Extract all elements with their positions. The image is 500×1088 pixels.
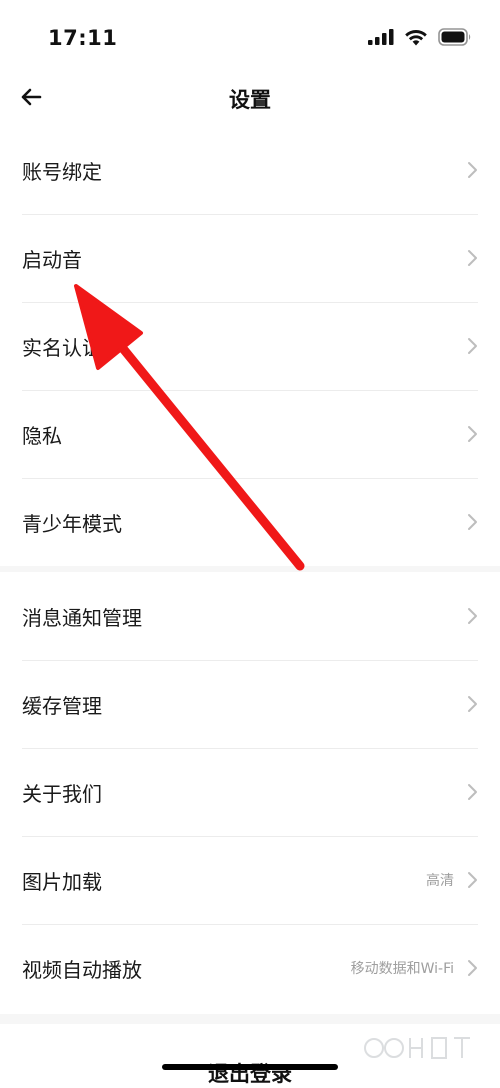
settings-item-label: 青少年模式 xyxy=(22,511,122,536)
settings-item-privacy[interactable]: 隐私 xyxy=(0,390,500,478)
chevron-right-icon xyxy=(468,250,477,266)
nav-bar: 设置 xyxy=(0,72,500,122)
wifi-icon xyxy=(405,30,427,46)
settings-item-label: 实名认证 xyxy=(22,335,102,360)
chevron-right-icon xyxy=(468,696,477,712)
settings-item-real-name-verification[interactable]: 实名认证 xyxy=(0,302,500,390)
settings-item-label: 账号绑定 xyxy=(22,159,102,184)
battery-icon xyxy=(438,28,471,46)
chevron-right-icon xyxy=(468,784,477,800)
section-divider xyxy=(0,1014,500,1024)
settings-group-account: 账号绑定 启动音 实名认证 隐私 青少年模式 xyxy=(0,126,500,566)
chevron-right-icon xyxy=(468,162,477,178)
settings-item-label: 图片加载 xyxy=(22,869,102,894)
chevron-right-icon xyxy=(468,514,477,530)
settings-item-cache-management[interactable]: 缓存管理 xyxy=(0,660,500,748)
settings-item-value: 高清 xyxy=(426,873,454,889)
settings-item-image-loading[interactable]: 图片加载 高清 xyxy=(0,836,500,924)
status-icons xyxy=(368,28,472,46)
settings-item-label: 隐私 xyxy=(22,423,62,448)
chevron-right-icon xyxy=(468,608,477,624)
home-indicator[interactable] xyxy=(162,1064,338,1070)
settings-item-account-binding[interactable]: 账号绑定 xyxy=(0,126,500,214)
settings-item-label: 缓存管理 xyxy=(22,693,102,718)
settings-item-label: 视频自动播放 xyxy=(22,957,142,982)
status-bar: 17:11 xyxy=(0,0,500,80)
settings-item-label: 关于我们 xyxy=(22,781,102,806)
chevron-right-icon xyxy=(468,338,477,354)
chevron-right-icon xyxy=(468,960,477,976)
chevron-right-icon xyxy=(468,872,477,888)
settings-item-video-autoplay[interactable]: 视频自动播放 移动数据和Wi-Fi xyxy=(0,924,500,1012)
cellular-signal-icon xyxy=(368,29,394,45)
watermark-logo xyxy=(364,1037,470,1059)
page-title: 设置 xyxy=(229,88,271,112)
settings-item-teen-mode[interactable]: 青少年模式 xyxy=(0,478,500,566)
chevron-right-icon xyxy=(468,426,477,442)
settings-group-general: 消息通知管理 缓存管理 关于我们 图片加载 高清 视频自动播放 移动数据和Wi-… xyxy=(0,572,500,1012)
settings-item-label: 启动音 xyxy=(22,247,82,272)
status-time: 17:11 xyxy=(48,26,118,50)
settings-item-startup-sound[interactable]: 启动音 xyxy=(0,214,500,302)
settings-item-notification-management[interactable]: 消息通知管理 xyxy=(0,572,500,660)
settings-item-value: 移动数据和Wi-Fi xyxy=(350,961,454,977)
settings-item-label: 消息通知管理 xyxy=(22,605,142,630)
settings-item-about-us[interactable]: 关于我们 xyxy=(0,748,500,836)
